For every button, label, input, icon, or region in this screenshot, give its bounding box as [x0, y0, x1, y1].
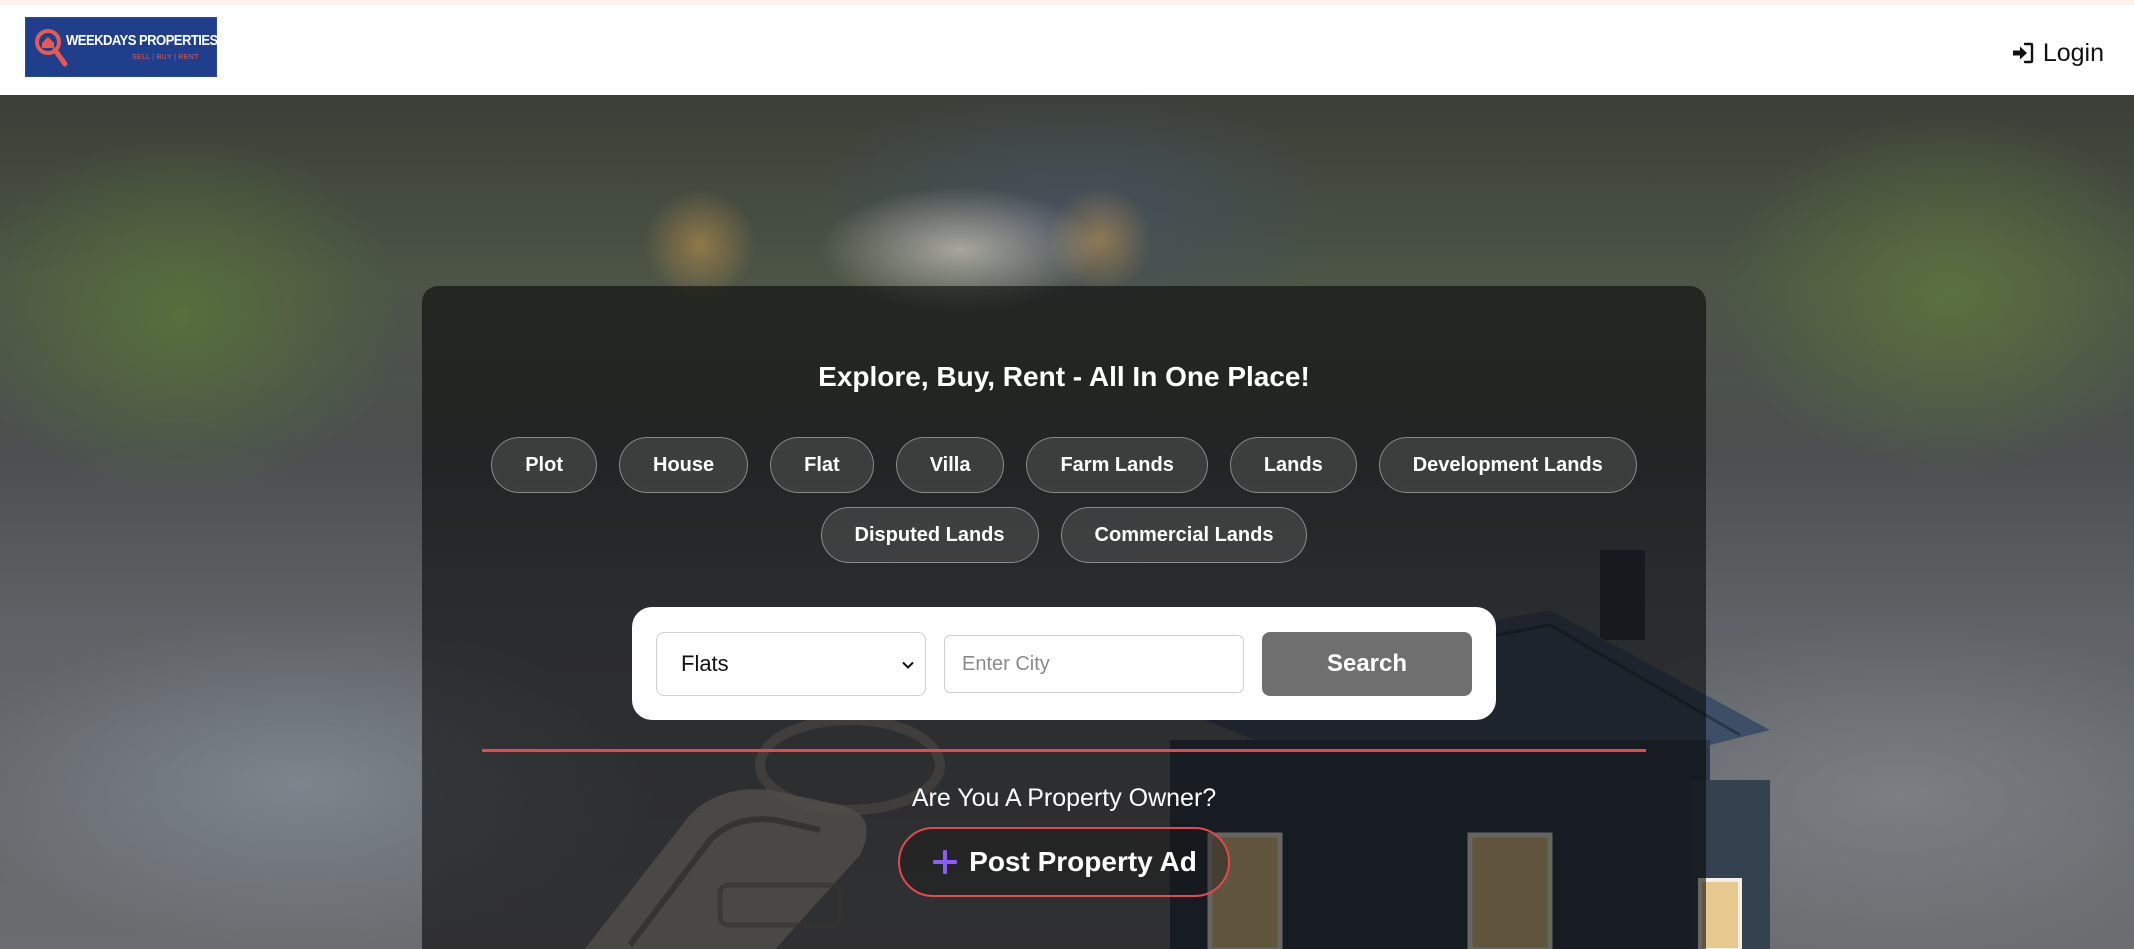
post-property-ad-label: Post Property Ad — [969, 846, 1197, 877]
category-chip-lands[interactable]: Lands — [1229, 437, 1357, 493]
login-link[interactable]: Login — [2011, 36, 2104, 70]
hero-section: Explore, Buy, Rent - All In One Place! P… — [0, 95, 2134, 949]
hero-title: Explore, Buy, Rent - All In One Place! — [818, 361, 1310, 392]
logo-tagline: SELL | BUY | RENT — [132, 54, 199, 61]
post-property-ad-button[interactable]: Post Property Ad — [898, 827, 1230, 897]
section-divider — [482, 749, 1646, 752]
chevron-down-icon — [902, 661, 914, 669]
search-box: Flats Search — [632, 607, 1496, 720]
category-chips-row-2: Disputed Lands Commercial Lands — [422, 507, 1706, 563]
login-label: Login — [2042, 38, 2104, 67]
site-logo[interactable]: WEEKDAYS PROPERTIES SELL | BUY | RENT — [25, 17, 218, 77]
category-chip-commercial-lands[interactable]: Commercial Lands — [1060, 507, 1308, 563]
sign-in-icon — [2012, 42, 2034, 64]
city-input[interactable] — [944, 635, 1244, 693]
search-panel: Explore, Buy, Rent - All In One Place! P… — [422, 286, 1706, 949]
logo-name: WEEKDAYS PROPERTIES — [66, 33, 218, 49]
category-chip-house[interactable]: House — [619, 437, 749, 493]
property-type-selected: Flats — [681, 651, 729, 676]
category-chip-disputed-lands[interactable]: Disputed Lands — [820, 507, 1039, 563]
category-chip-villa[interactable]: Villa — [895, 437, 1005, 493]
property-type-select[interactable]: Flats — [656, 632, 926, 696]
category-chip-flat[interactable]: Flat — [770, 437, 874, 493]
owner-prompt: Are You A Property Owner? — [911, 784, 1217, 812]
category-chip-development-lands[interactable]: Development Lands — [1378, 437, 1637, 493]
search-button[interactable]: Search — [1262, 632, 1472, 696]
plus-icon — [933, 850, 958, 874]
category-chips-row-1: Plot House Flat Villa Farm Lands Lands D… — [422, 437, 1706, 493]
category-chip-plot[interactable]: Plot — [491, 437, 597, 493]
site-header: WEEKDAYS PROPERTIES SELL | BUY | RENT Lo… — [0, 5, 2134, 95]
category-chip-farm-lands[interactable]: Farm Lands — [1026, 437, 1208, 493]
